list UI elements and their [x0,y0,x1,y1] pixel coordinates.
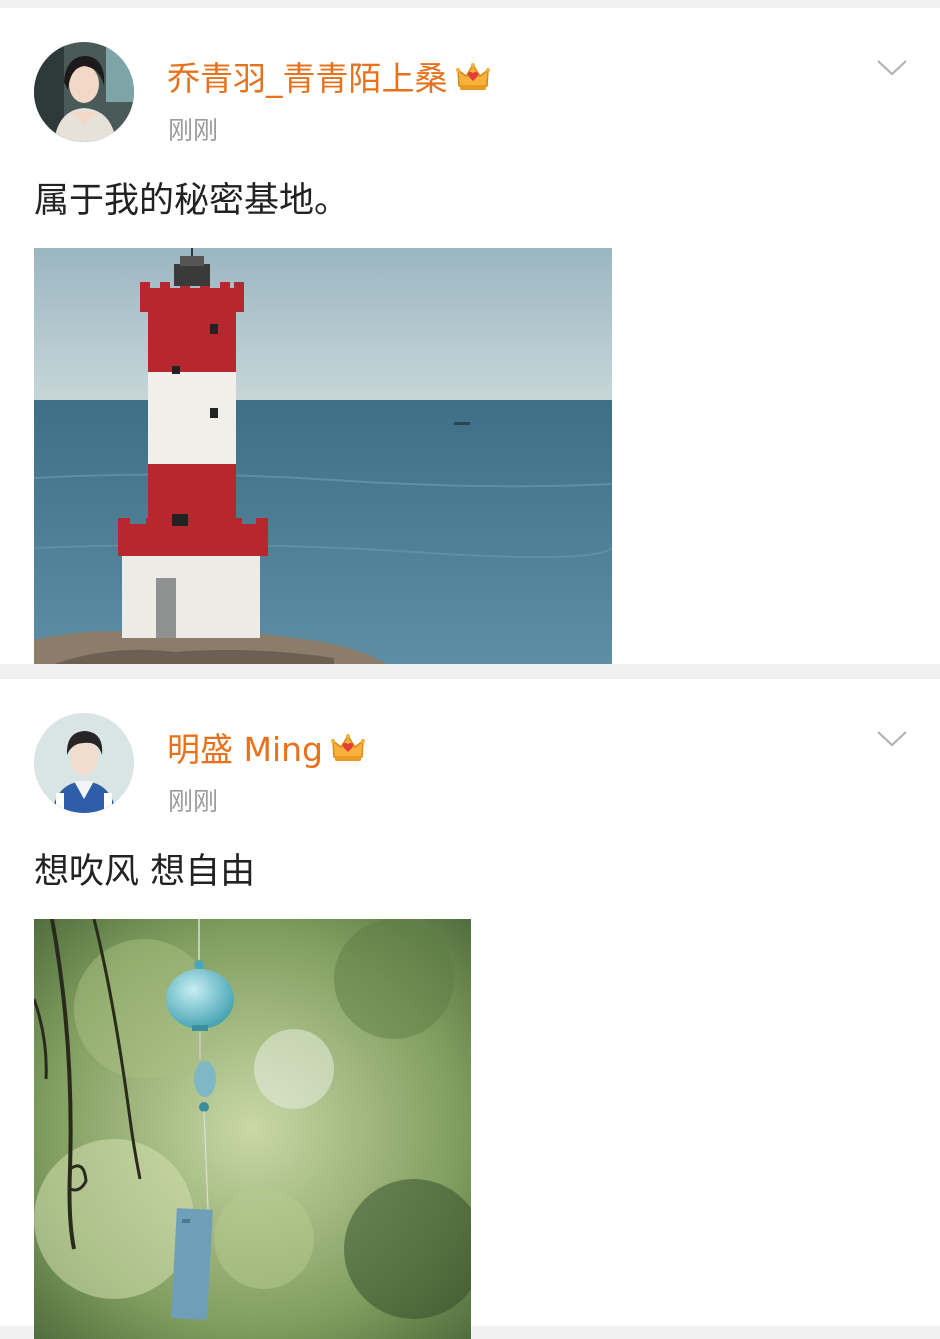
username-text: 明盛 Ming [167,730,323,769]
feed-post: 明盛 Ming 刚刚 想吹风 想自由 [0,679,940,1339]
crown-badge-icon [331,732,365,771]
lighthouse-photo[interactable] [34,248,612,664]
chevron-down-icon[interactable] [876,58,908,78]
avatar[interactable] [34,713,134,813]
chevron-down-icon[interactable] [876,729,908,749]
username-text: 乔青羽_青青陌上桑 [167,59,448,98]
post-text: 想吹风 想自由 [34,852,256,892]
post-timestamp: 刚刚 [168,116,219,145]
wind-chime-photo[interactable] [34,919,471,1339]
feed-post: 乔青羽_青青陌上桑 刚刚 属于我的秘密基地。 [0,8,940,664]
username[interactable]: 乔青羽_青青陌上桑 [167,52,490,100]
crown-badge-icon [455,61,490,100]
post-text: 属于我的秘密基地。 [34,181,350,221]
post-timestamp: 刚刚 [168,787,219,816]
avatar[interactable] [34,42,134,142]
username[interactable]: 明盛 Ming [167,723,365,771]
